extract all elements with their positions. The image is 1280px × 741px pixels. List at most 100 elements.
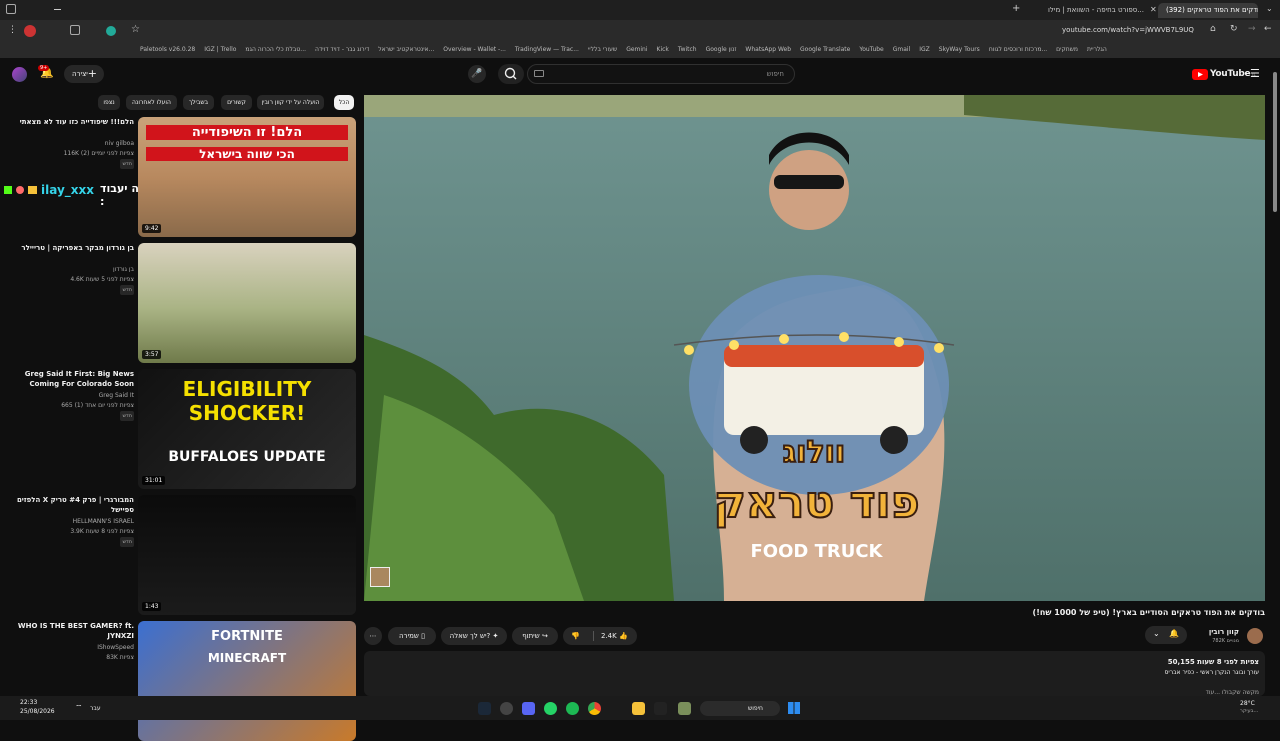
create-button[interactable]: + יצירה bbox=[64, 65, 104, 83]
bookmark-item[interactable]: Google Translate bbox=[800, 46, 850, 53]
url-text[interactable]: youtube.com/watch?v=jWWVB7L9UQ bbox=[1062, 26, 1194, 34]
channel-avatar[interactable] bbox=[1247, 628, 1263, 644]
address-bar-row: ⋮ ☆ youtube.com/watch?v=jWWVB7L9UQ ↻ ⌂ →… bbox=[0, 20, 1280, 42]
bookmark-item[interactable]: הגלריית bbox=[1087, 46, 1107, 53]
bookmark-item[interactable]: Kick bbox=[657, 46, 669, 53]
subscribe-button[interactable]: 🔔 ⌄ bbox=[1145, 626, 1187, 644]
channel-watermark[interactable] bbox=[370, 567, 390, 587]
related-channel[interactable]: IShowSpeed bbox=[4, 643, 134, 653]
search-button[interactable] bbox=[498, 64, 524, 84]
related-thumbnail[interactable]: הלם! זו השיפודייה הכי שווה בישראל 9:42 bbox=[138, 117, 356, 237]
bookmark-item[interactable]: אינטראקטיב ישראל... bbox=[378, 46, 434, 53]
related-thumbnail[interactable]: FORTNITE MINECRAFT bbox=[138, 621, 356, 741]
extension-icon[interactable] bbox=[106, 26, 116, 36]
bookmark-item[interactable]: IGZ bbox=[919, 46, 930, 53]
video-duration: 3:57 bbox=[142, 350, 162, 359]
filter-chip[interactable]: הועלו לאחרונה bbox=[126, 95, 177, 110]
chevron-down-icon: ⌄ bbox=[1153, 629, 1160, 638]
bookmark-item[interactable]: WhatsApp Web bbox=[745, 46, 791, 53]
bookmark-item[interactable]: Twitch bbox=[678, 46, 697, 53]
app-icon-terminal[interactable] bbox=[654, 702, 667, 715]
app-icon-steam[interactable] bbox=[478, 702, 491, 715]
bookmark-item[interactable]: TradingView — Trac... bbox=[515, 46, 579, 53]
share-button[interactable]: שיתוף ↪ bbox=[512, 627, 558, 645]
app-icon-obs[interactable] bbox=[500, 702, 513, 715]
new-tab-icon[interactable]: + bbox=[1012, 3, 1020, 14]
related-title[interactable]: Greg Said It First: Big News Coming For … bbox=[4, 369, 134, 389]
bookmark-item[interactable]: SkyWay Tours bbox=[939, 46, 980, 53]
like-button[interactable]: 👍 bbox=[619, 627, 628, 645]
bookmark-item[interactable]: Gmail bbox=[893, 46, 911, 53]
related-title[interactable]: הלם!!! שיפודייה כזו עוד לא מצאתי bbox=[4, 117, 134, 127]
channel-name[interactable]: קוון רובין bbox=[1180, 628, 1239, 636]
filter-chip[interactable]: קשורים bbox=[221, 95, 252, 110]
description-more[interactable]: מקשה שקבולו ...עוד bbox=[1080, 689, 1259, 696]
youtube-logo[interactable]: YouTube IL bbox=[1192, 67, 1256, 81]
app-icon-game[interactable] bbox=[678, 702, 691, 715]
extensions-icon[interactable] bbox=[70, 25, 80, 35]
video-player[interactable]: וולוג פוד טראק FOOD TRUCK bbox=[364, 95, 1265, 601]
filter-chip[interactable]: בשבילך bbox=[183, 95, 214, 110]
related-thumbnail[interactable]: 1:43 bbox=[138, 495, 356, 615]
bookmark-item[interactable]: Google זנון bbox=[706, 46, 737, 53]
search-input[interactable]: חיפוש bbox=[527, 64, 795, 84]
filter-chip[interactable]: הועלה על ידי קוון רובין bbox=[257, 95, 324, 110]
related-title[interactable]: בן גורדון מבקר באפריקה | טרייילר bbox=[4, 243, 134, 253]
more-actions-button[interactable]: ⋯ bbox=[364, 627, 382, 645]
scrollbar-thumb[interactable] bbox=[1273, 72, 1277, 212]
app-icon-chrome[interactable] bbox=[588, 702, 601, 715]
weather-desc: בעיקר... bbox=[1240, 708, 1259, 714]
bookmark-item[interactable]: YouTube bbox=[859, 46, 883, 53]
minimize-icon[interactable] bbox=[54, 9, 61, 10]
app-icon-discord[interactable] bbox=[522, 702, 535, 715]
related-title[interactable]: הלפזים X המבורגרי | פרק #4 טריק ספיישל bbox=[4, 495, 134, 515]
bookmark-item[interactable]: שעורי בלליי bbox=[588, 46, 617, 53]
tab-active[interactable]: (392) בודקים את הפוד טראקים bbox=[1158, 3, 1258, 18]
bookmark-item[interactable]: משחקים bbox=[1056, 46, 1078, 53]
app-icon-explorer[interactable] bbox=[632, 702, 645, 715]
related-channel[interactable]: Greg Said It bbox=[4, 391, 134, 401]
related-channel[interactable]: niv gilboa bbox=[4, 139, 134, 149]
bookmark-item[interactable]: IGZ | Trello bbox=[204, 46, 236, 53]
avatar[interactable] bbox=[12, 67, 27, 82]
window-menu-icon[interactable] bbox=[6, 4, 16, 14]
windows-start-icon[interactable] bbox=[788, 702, 800, 714]
dislike-button[interactable]: 👎 bbox=[571, 627, 580, 645]
app-icon-spotify[interactable] bbox=[566, 702, 579, 715]
bookmark-item[interactable]: טבלת כלי הכרוה הגמ... bbox=[245, 46, 306, 53]
chat-user: ilay_xxx bbox=[41, 183, 94, 197]
back-icon[interactable]: ← bbox=[1264, 24, 1272, 34]
tab-secondary[interactable]: ספורט בחיפה - השוואת | מילו... bbox=[1040, 3, 1150, 18]
profile-icon[interactable] bbox=[24, 25, 36, 37]
related-title[interactable]: WHO IS THE BEST GAMER? ft. JYNXZI bbox=[4, 621, 134, 641]
filter-chip[interactable]: נצפו bbox=[98, 95, 120, 110]
share-label: שיתוף bbox=[522, 632, 540, 640]
ask-button[interactable]: יש לך שאלה? ✦ bbox=[441, 627, 507, 645]
tab-search-icon[interactable]: ⌄ bbox=[1266, 4, 1273, 13]
related-thumbnail[interactable]: ELIGIBILITY SHOCKER! BUFFALOES UPDATE 31:0… bbox=[138, 369, 356, 489]
bookmark-item[interactable]: Overview - Wallet -... bbox=[443, 46, 506, 53]
more-icon[interactable]: ⋮ bbox=[8, 25, 17, 35]
scrollbar[interactable] bbox=[1272, 62, 1278, 696]
filter-chip[interactable]: הכל bbox=[334, 95, 354, 110]
close-tab-icon[interactable]: ✕ bbox=[1150, 5, 1157, 14]
home-icon[interactable]: ⌂ bbox=[1210, 24, 1216, 34]
related-thumbnail[interactable]: 3:57 bbox=[138, 243, 356, 363]
related-channel[interactable]: HELLMANN'S ISRAEL bbox=[4, 517, 134, 527]
bookmark-item[interactable]: מרכזת ורוכסים לגווח... bbox=[989, 46, 1047, 53]
app-icon-whatsapp[interactable] bbox=[544, 702, 557, 715]
wifi-icon[interactable]: ⌔ bbox=[75, 703, 83, 713]
taskbar-lang[interactable]: עבר bbox=[90, 705, 101, 712]
voice-search-icon[interactable]: 🎤 bbox=[468, 65, 486, 83]
kick-icon bbox=[4, 186, 12, 194]
save-button[interactable]: שמירה ▯ bbox=[388, 627, 436, 645]
menu-icon[interactable]: ☰ bbox=[1250, 67, 1260, 80]
bookmark-item[interactable]: Paletools v26.0.28 bbox=[140, 46, 195, 53]
taskbar-search[interactable]: חיפוש bbox=[700, 701, 780, 716]
bookmark-star-icon[interactable]: ☆ bbox=[131, 24, 140, 35]
forward-icon[interactable]: → bbox=[1248, 24, 1256, 34]
related-channel[interactable]: בן גורדון bbox=[4, 265, 134, 275]
bookmark-item[interactable]: דירוג גבר - דויד דוידה bbox=[315, 46, 369, 53]
reload-icon[interactable]: ↻ bbox=[1230, 24, 1238, 34]
bookmark-item[interactable]: Gemini bbox=[626, 46, 647, 53]
